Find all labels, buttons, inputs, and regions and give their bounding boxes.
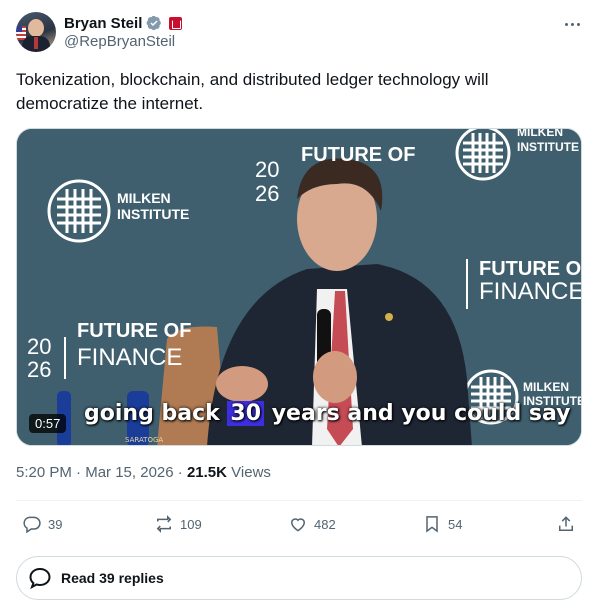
svg-text:FUTURE OF: FUTURE OF [77,320,191,342]
government-affiliate-icon[interactable] [169,16,183,30]
svg-text:MILKEN: MILKEN [117,190,171,206]
svg-text:INSTITUTE: INSTITUTE [117,206,189,222]
repost-button[interactable]: 109 [154,514,202,534]
read-replies-button[interactable]: Read 39 replies [16,556,582,600]
svg-text:MILKEN: MILKEN [523,380,569,394]
svg-text:INSTITUTE: INSTITUTE [517,140,579,154]
more-dot-icon [564,22,568,26]
author-name[interactable]: Bryan Steil [64,15,142,32]
views-count: 21.5K [186,464,227,481]
svg-text:SARATOGA: SARATOGA [125,436,163,444]
svg-text:FINANCE: FINANCE [479,278,582,305]
action-bar: 39 109 482 54 [16,508,582,542]
svg-text:FUTURE OF: FUTURE OF [301,144,415,166]
like-count: 482 [314,516,336,532]
svg-text:FUTURE OF: FUTURE OF [479,258,582,280]
divider [16,500,582,501]
reply-button[interactable]: 39 [22,514,62,534]
chat-bubble-icon [29,567,51,590]
tweet-date[interactable]: Mar 15, 2026 [85,464,173,481]
author-avatar[interactable] [16,12,56,52]
author-handle[interactable]: @RepBryanSteil [64,33,175,50]
video-frame: SARATOGA MILKEN INSTITUTE MILKEN INSTITU… [17,129,582,445]
like-button[interactable]: 482 [288,514,336,534]
reply-icon [23,516,41,534]
tweet-text: Tokenization, blockchain, and distribute… [16,70,489,113]
bookmark-button[interactable]: 54 [422,514,462,534]
svg-text:26: 26 [27,357,51,382]
svg-text:20: 20 [255,157,279,182]
verified-badge-icon[interactable] [146,15,162,31]
heart-icon [290,518,306,532]
tweet-meta: 5:20 PM · Mar 15, 2026 · 21.5K Views [16,464,271,481]
caption-highlight: 30 [227,401,265,426]
author-name-row: Bryan Steil [64,13,183,33]
video-player[interactable]: SARATOGA MILKEN INSTITUTE MILKEN INSTITU… [16,128,582,446]
bookmark-icon [426,516,438,533]
tweet-time[interactable]: 5:20 PM [16,464,72,481]
read-replies-label: Read 39 replies [61,570,164,586]
reply-count: 39 [48,516,63,532]
svg-text:MILKEN: MILKEN [517,129,563,139]
svg-text:20: 20 [27,334,51,359]
share-icon [559,516,573,531]
more-options-button[interactable] [562,16,582,32]
repost-count: 109 [180,516,202,532]
video-duration: 0:57 [29,414,67,433]
tweet-header: Bryan Steil @RepBryanSteil [16,10,582,54]
svg-text:26: 26 [255,181,279,206]
views-label: Views [231,464,271,481]
share-button[interactable] [556,514,576,534]
repost-icon [156,515,172,533]
video-caption: going back 30 years and you could say [84,401,571,426]
svg-text:FINANCE: FINANCE [77,344,182,371]
bookmark-count: 54 [448,516,463,532]
